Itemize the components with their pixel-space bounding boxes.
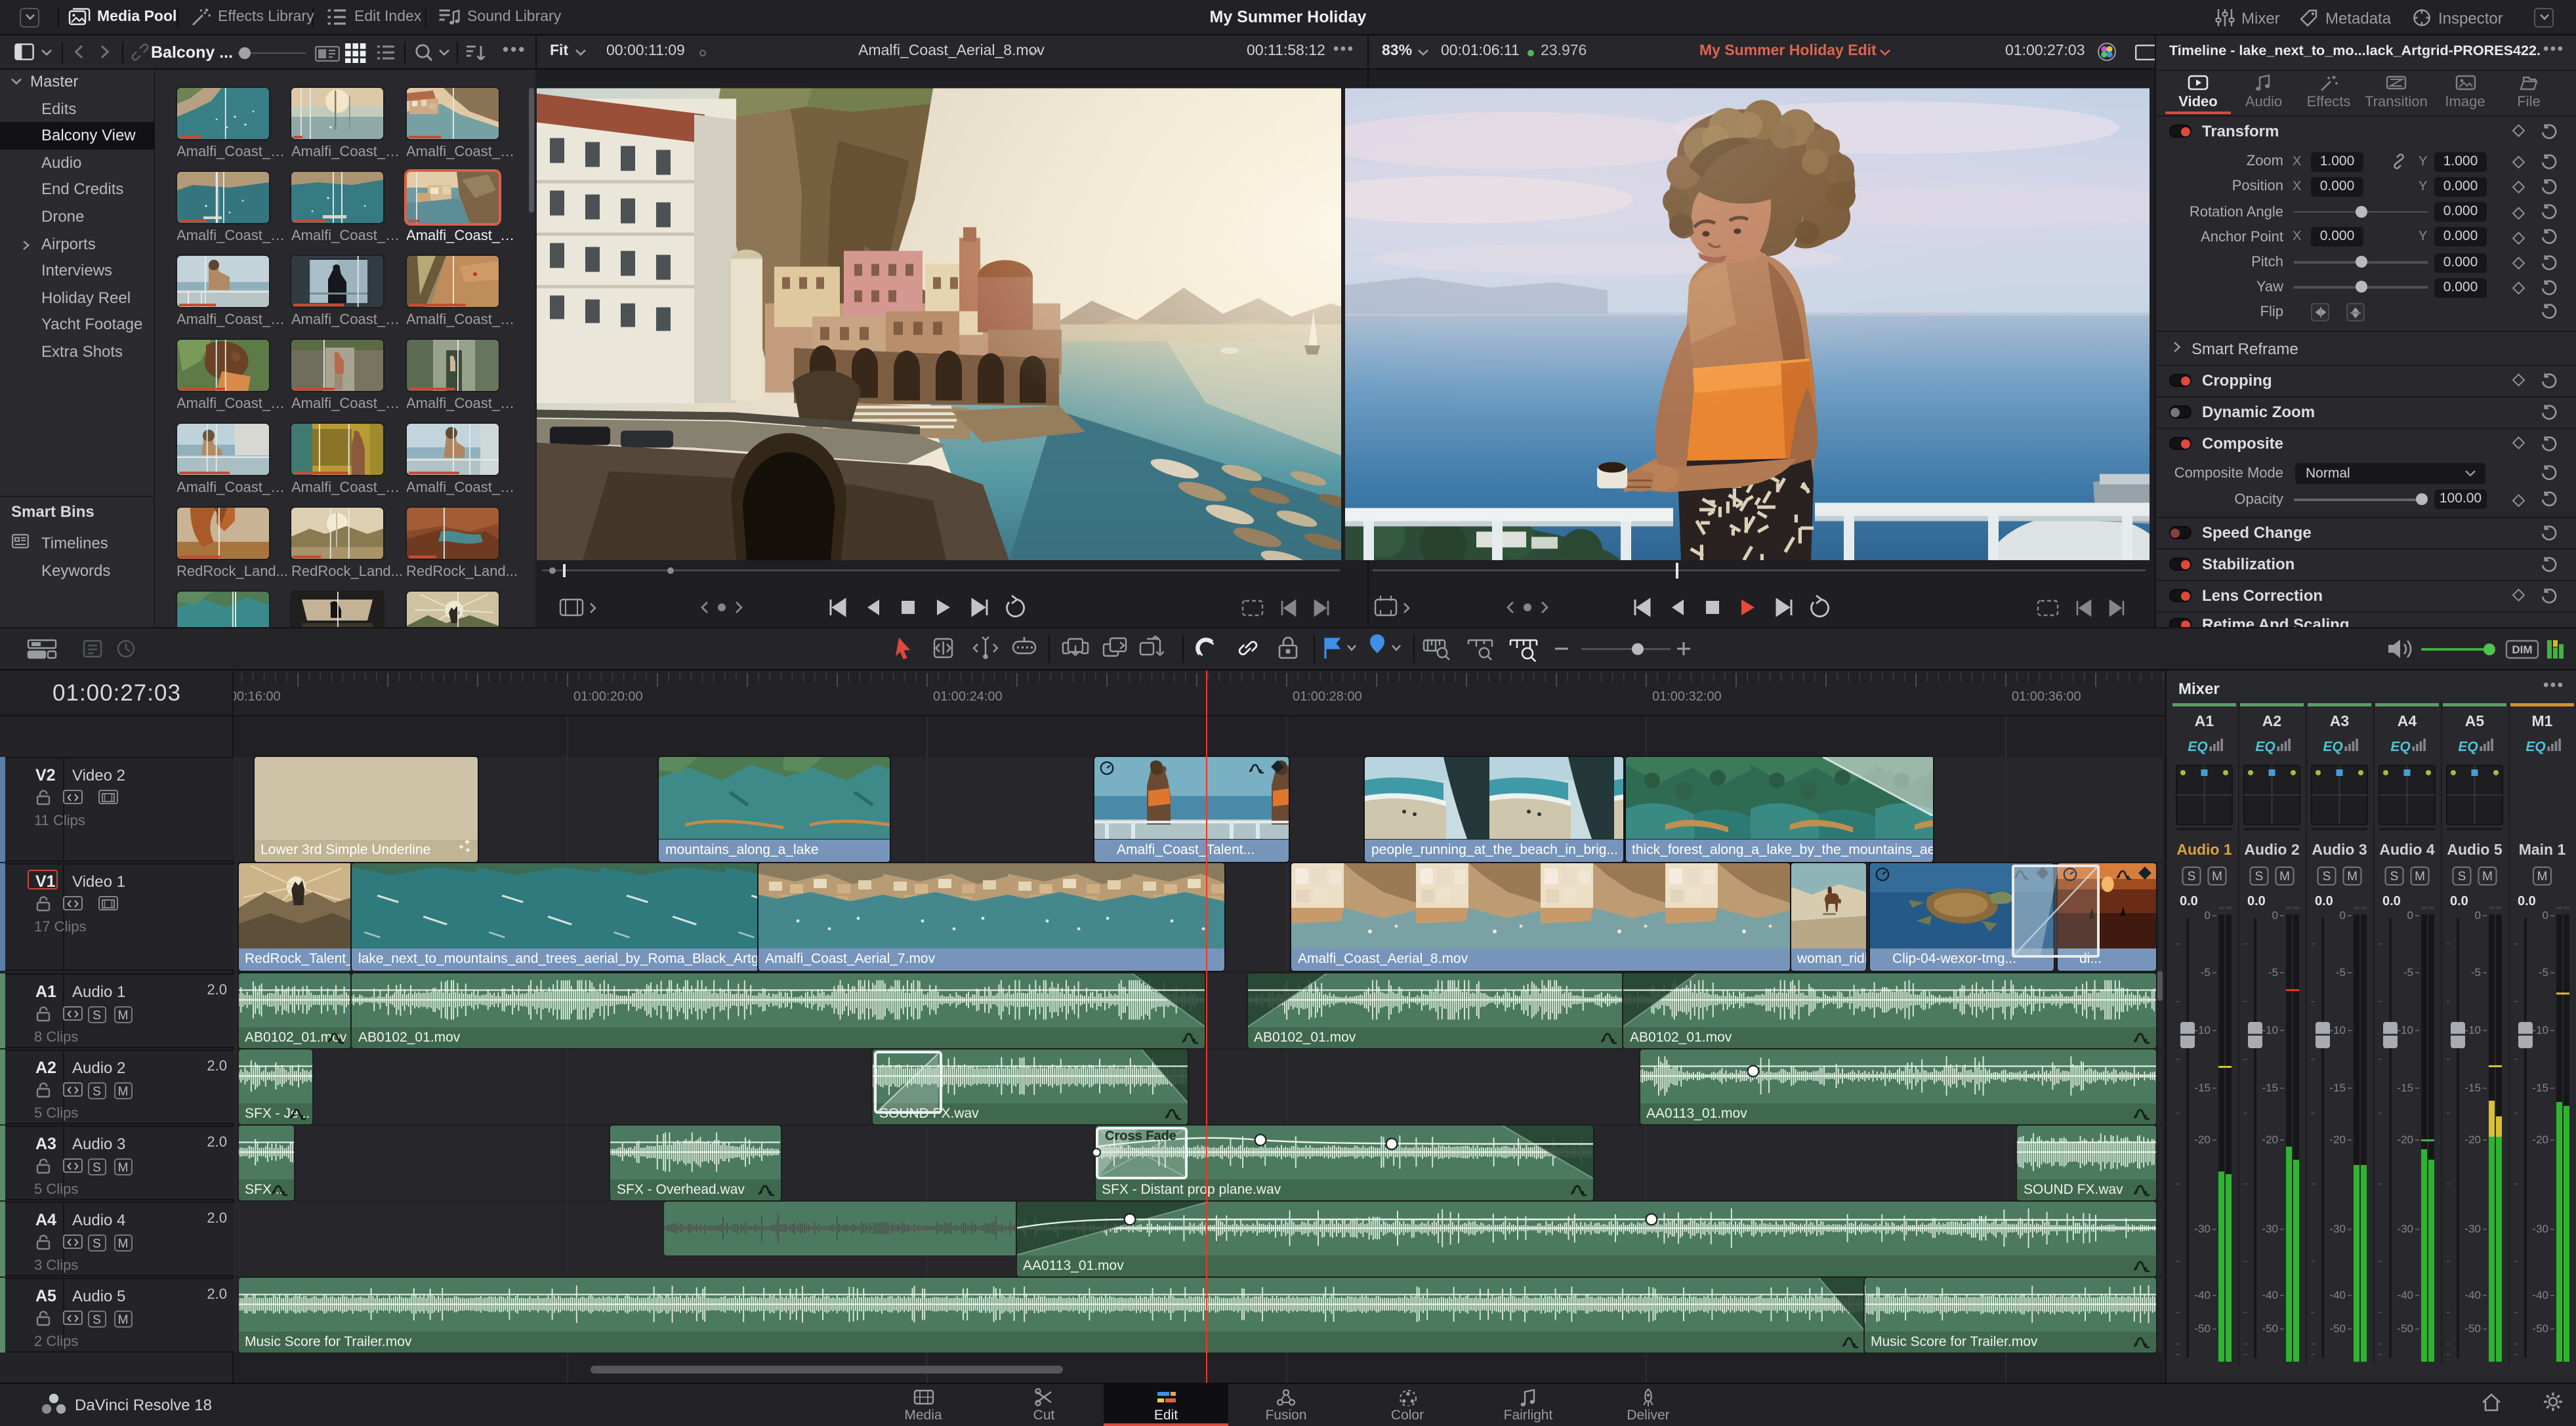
- svg-text:-15: -15: [2464, 1082, 2481, 1094]
- svg-text:-20: -20: [2464, 1133, 2481, 1146]
- svg-text:EQ: EQ: [2390, 739, 2410, 754]
- svg-text:S: S: [2255, 870, 2264, 884]
- svg-text:-50: -50: [2194, 1322, 2211, 1335]
- svg-text:-30: -30: [2329, 1223, 2346, 1235]
- svg-text:-30: -30: [2397, 1223, 2413, 1235]
- svg-text:A4: A4: [2398, 712, 2417, 729]
- svg-text:-40: -40: [2329, 1289, 2346, 1301]
- svg-text:-10: -10: [2262, 1024, 2278, 1036]
- svg-text:M1: M1: [2532, 712, 2553, 729]
- svg-text:Audio 2: Audio 2: [2244, 841, 2299, 858]
- svg-text:Audio 5: Audio 5: [2447, 841, 2503, 858]
- svg-text:-10: -10: [2397, 1024, 2413, 1036]
- svg-text:-20: -20: [2262, 1133, 2278, 1146]
- svg-text:-50: -50: [2464, 1322, 2481, 1335]
- svg-text:-50: -50: [2532, 1322, 2548, 1335]
- svg-text:M: M: [2279, 870, 2290, 884]
- svg-text:0: 0: [2475, 909, 2481, 922]
- svg-text:Main 1: Main 1: [2519, 841, 2566, 858]
- svg-text:S: S: [2323, 870, 2331, 884]
- svg-text:-20: -20: [2397, 1133, 2413, 1146]
- svg-text:M: M: [2537, 870, 2548, 884]
- svg-text:-30: -30: [2262, 1223, 2278, 1235]
- svg-text:S: S: [2390, 870, 2399, 884]
- svg-text:S: S: [2458, 870, 2466, 884]
- svg-text:0.0: 0.0: [2315, 894, 2333, 908]
- svg-text:EQ: EQ: [2525, 739, 2545, 754]
- svg-text:-10: -10: [2464, 1024, 2481, 1036]
- svg-text:DIM: DIM: [2512, 643, 2532, 656]
- svg-text:-15: -15: [2194, 1082, 2211, 1094]
- svg-text:-5: -5: [2403, 966, 2413, 979]
- svg-text:M: M: [2212, 870, 2222, 884]
- svg-text:Audio 4: Audio 4: [2379, 841, 2435, 858]
- svg-text:0.0: 0.0: [2450, 894, 2468, 908]
- svg-text:0: 0: [2340, 909, 2346, 922]
- svg-text:-30: -30: [2464, 1223, 2481, 1235]
- svg-text:-5: -5: [2471, 966, 2481, 979]
- svg-text:M: M: [2415, 870, 2425, 884]
- svg-text:-15: -15: [2329, 1082, 2346, 1094]
- svg-text:A5: A5: [2465, 712, 2485, 729]
- svg-text:-50: -50: [2397, 1322, 2413, 1335]
- svg-text:-30: -30: [2532, 1223, 2548, 1235]
- svg-text:S: S: [2188, 870, 2196, 884]
- svg-text:EQ: EQ: [2458, 739, 2478, 754]
- svg-text:EQ: EQ: [2323, 739, 2342, 754]
- svg-text:0: 0: [2407, 909, 2413, 922]
- svg-text:-15: -15: [2262, 1082, 2278, 1094]
- svg-text:0.0: 0.0: [2247, 894, 2266, 908]
- svg-text:0.0: 0.0: [2518, 894, 2536, 908]
- svg-text:-20: -20: [2194, 1133, 2211, 1146]
- svg-text:M: M: [2482, 870, 2493, 884]
- svg-text:-5: -5: [2268, 966, 2278, 979]
- svg-text:-50: -50: [2262, 1322, 2278, 1335]
- svg-text:-5: -5: [2336, 966, 2346, 979]
- svg-text:Audio 3: Audio 3: [2312, 841, 2367, 858]
- svg-text:-5: -5: [2201, 966, 2211, 979]
- svg-text:-15: -15: [2397, 1082, 2413, 1094]
- svg-text:-40: -40: [2464, 1289, 2481, 1301]
- svg-text:-30: -30: [2194, 1223, 2211, 1235]
- svg-text:EQ: EQ: [2255, 739, 2275, 754]
- svg-text:-20: -20: [2532, 1133, 2548, 1146]
- svg-text:-40: -40: [2397, 1289, 2413, 1301]
- svg-text:A2: A2: [2262, 712, 2281, 729]
- svg-text:-40: -40: [2532, 1289, 2548, 1301]
- svg-text:EQ: EQ: [2188, 739, 2207, 754]
- svg-text:-15: -15: [2532, 1082, 2548, 1094]
- svg-text:-40: -40: [2262, 1289, 2278, 1301]
- svg-text:0: 0: [2543, 909, 2548, 922]
- svg-text:0.0: 0.0: [2180, 894, 2198, 908]
- svg-text:A3: A3: [2330, 712, 2349, 729]
- svg-text:0: 0: [2205, 909, 2211, 922]
- svg-text:-10: -10: [2329, 1024, 2346, 1036]
- svg-text:Audio 1: Audio 1: [2176, 841, 2232, 858]
- svg-text:-20: -20: [2329, 1133, 2346, 1146]
- svg-text:0: 0: [2272, 909, 2278, 922]
- svg-text:-40: -40: [2194, 1289, 2211, 1301]
- svg-text:M: M: [2347, 870, 2358, 884]
- svg-text:-10: -10: [2194, 1024, 2211, 1036]
- svg-text:0.0: 0.0: [2382, 894, 2401, 908]
- svg-text:A1: A1: [2195, 712, 2214, 729]
- svg-text:-5: -5: [2539, 966, 2548, 979]
- svg-text:-50: -50: [2329, 1322, 2346, 1335]
- svg-text:-10: -10: [2532, 1024, 2548, 1036]
